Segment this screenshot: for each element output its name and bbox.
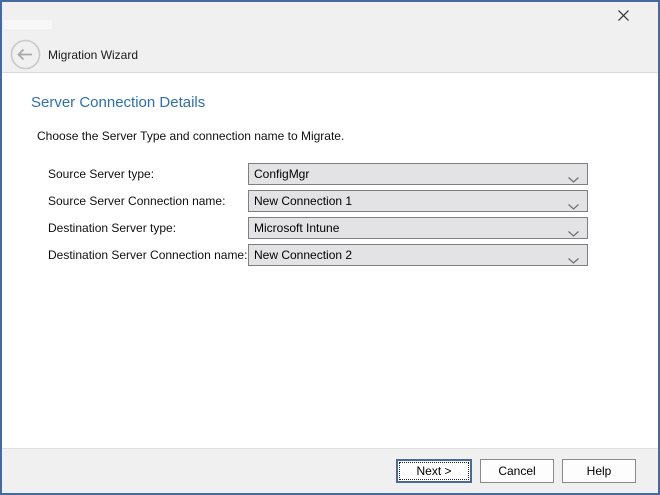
destination-server-type-dropdown[interactable]: Microsoft Intune bbox=[248, 217, 588, 239]
source-server-type-dropdown[interactable]: ConfigMgr bbox=[248, 163, 588, 185]
dropdown-value: New Connection 2 bbox=[254, 248, 352, 262]
wizard-footer: Next > Cancel Help bbox=[2, 448, 658, 493]
page-title: Server Connection Details bbox=[31, 94, 658, 111]
close-button[interactable] bbox=[612, 7, 634, 29]
dropdown-value: New Connection 1 bbox=[254, 194, 352, 208]
wizard-page: Server Connection Details Choose the Ser… bbox=[2, 73, 658, 448]
next-button[interactable]: Next > bbox=[396, 459, 472, 483]
form-row-destination-connection-name: Destination Server Connection name: New … bbox=[48, 244, 658, 266]
titlebar-highlight bbox=[4, 20, 52, 29]
help-button[interactable]: Help bbox=[562, 459, 636, 483]
wizard-title: Migration Wizard bbox=[48, 48, 138, 62]
page-description: Choose the Server Type and connection na… bbox=[37, 129, 658, 143]
form-row-destination-server-type: Destination Server type: Microsoft Intun… bbox=[48, 217, 658, 239]
back-button[interactable] bbox=[10, 39, 41, 70]
migration-wizard-window: Migration Wizard Server Connection Detai… bbox=[0, 0, 660, 495]
dropdown-value: Microsoft Intune bbox=[254, 221, 339, 235]
close-icon bbox=[617, 9, 630, 27]
destination-server-type-label: Destination Server type: bbox=[48, 221, 248, 235]
chevron-down-icon bbox=[568, 172, 579, 186]
server-connection-form: Source Server type: ConfigMgr Source Ser… bbox=[48, 163, 658, 266]
source-server-type-label: Source Server type: bbox=[48, 167, 248, 181]
chevron-down-icon bbox=[568, 199, 579, 213]
source-connection-name-dropdown[interactable]: New Connection 1 bbox=[248, 190, 588, 212]
chevron-down-icon bbox=[568, 253, 579, 267]
destination-connection-name-label: Destination Server Connection name: bbox=[48, 248, 248, 262]
wizard-header: Migration Wizard bbox=[2, 2, 658, 73]
form-row-source-server-type: Source Server type: ConfigMgr bbox=[48, 163, 658, 185]
destination-connection-name-dropdown[interactable]: New Connection 2 bbox=[248, 244, 588, 266]
source-connection-name-label: Source Server Connection name: bbox=[48, 194, 248, 208]
form-row-source-connection-name: Source Server Connection name: New Conne… bbox=[48, 190, 658, 212]
dropdown-value: ConfigMgr bbox=[254, 167, 309, 181]
cancel-button[interactable]: Cancel bbox=[480, 459, 554, 483]
back-arrow-icon bbox=[10, 57, 41, 74]
chevron-down-icon bbox=[568, 226, 579, 240]
